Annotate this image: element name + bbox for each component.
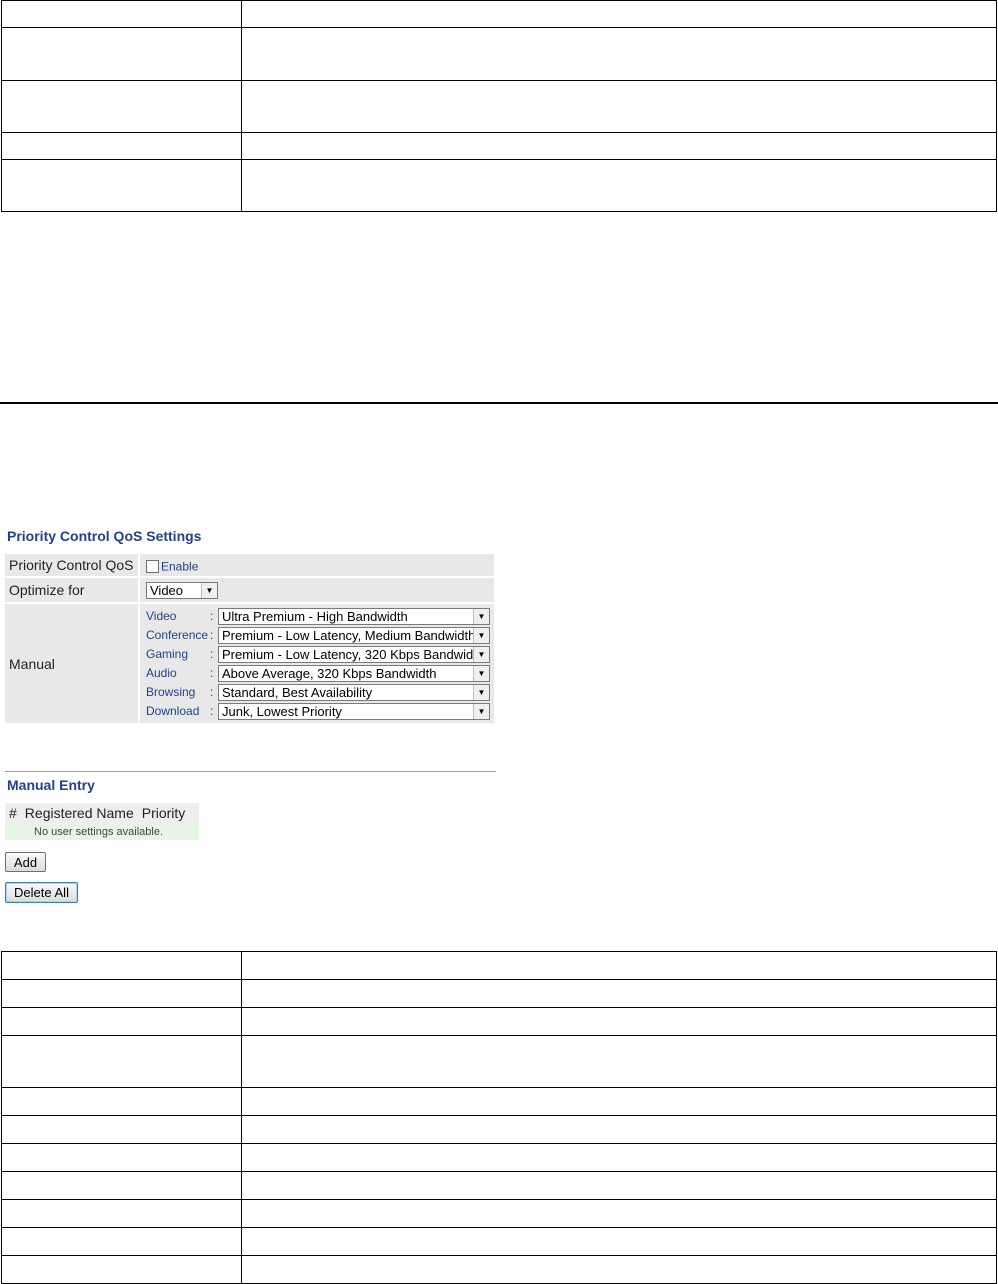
manual-row-name: Download — [146, 704, 200, 718]
optimize-for-label: Optimize for — [5, 578, 140, 604]
table-cell — [241, 80, 997, 133]
enable-checkbox[interactable] — [146, 559, 159, 573]
table-cell — [241, 1171, 997, 1200]
top-document-table — [1, 0, 997, 212]
chevron-down-icon: ▼ — [473, 608, 489, 624]
table-cell — [241, 1143, 997, 1172]
download-priority-select[interactable]: Junk, Lowest Priority ▼ — [218, 702, 490, 720]
manual-row-name: Gaming — [146, 647, 189, 661]
column-header-priority: Priority — [137, 803, 200, 823]
chevron-down-icon: ▼ — [473, 665, 489, 681]
column-header-number: # — [5, 803, 21, 823]
table-cell — [1, 80, 242, 133]
section-divider — [5, 771, 496, 772]
table-cell — [1, 1087, 242, 1116]
table-cell — [241, 1199, 997, 1228]
table-cell — [1, 0, 242, 28]
table-cell — [241, 979, 997, 1008]
qos-settings-title: Priority Control QoS Settings — [7, 528, 202, 544]
table-cell — [241, 1087, 997, 1116]
manual-row-name: Conference — [146, 628, 209, 642]
table-cell — [1, 159, 242, 212]
table-cell — [241, 1227, 997, 1256]
chevron-down-icon: ▼ — [201, 582, 217, 598]
chevron-down-icon: ▼ — [473, 627, 489, 643]
table-cell — [1, 1171, 242, 1200]
manual-row-name: Video — [146, 609, 177, 623]
table-cell — [1, 1227, 242, 1256]
table-cell — [1, 1143, 242, 1172]
table-cell — [1, 1199, 242, 1228]
column-header-registered-name: Registered Name — [20, 803, 138, 823]
video-priority-select[interactable]: Ultra Premium - High Bandwidth ▼ — [218, 607, 490, 625]
priority-control-label: Priority Control QoS — [5, 554, 140, 578]
manual-row-name: Audio — [146, 666, 177, 680]
audio-priority-select[interactable]: Above Average, 320 Kbps Bandwidth ▼ — [218, 664, 490, 682]
manual-priority-list: Video : Ultra Premium - High Bandwidth ▼… — [146, 606, 493, 722]
table-cell — [1, 1007, 242, 1036]
chevron-down-icon: ▼ — [473, 646, 489, 662]
qos-settings-table: Priority Control QoS Enable Optimize for… — [5, 554, 494, 725]
table-cell — [1, 1035, 242, 1088]
table-cell — [241, 0, 997, 28]
browsing-priority-select[interactable]: Standard, Best Availability ▼ — [218, 683, 490, 701]
table-cell — [241, 1035, 997, 1088]
delete-all-button[interactable]: Delete All — [5, 882, 78, 903]
table-cell — [241, 1115, 997, 1144]
table-cell — [1, 27, 242, 81]
chevron-down-icon: ▼ — [473, 684, 489, 700]
table-cell — [1, 1115, 242, 1144]
table-cell — [241, 951, 997, 980]
table-cell — [1, 1255, 242, 1284]
empty-state-message: No user settings available. — [5, 823, 200, 840]
manual-entry-table: # Registered Name Priority No user setti… — [5, 803, 200, 840]
chevron-down-icon: ▼ — [473, 703, 489, 719]
table-cell — [241, 27, 997, 81]
manual-row-name: Browsing — [146, 685, 196, 699]
gaming-priority-select[interactable]: Premium - Low Latency, 320 Kbps Bandwidt… — [218, 645, 490, 663]
add-button[interactable]: Add — [5, 852, 46, 872]
horizontal-rule — [0, 402, 998, 404]
table-cell — [241, 132, 997, 160]
enable-label: Enable — [161, 559, 199, 574]
manual-entry-title: Manual Entry — [7, 777, 95, 793]
table-cell — [241, 1007, 997, 1036]
table-cell — [1, 132, 242, 160]
table-cell — [1, 979, 242, 1008]
table-cell — [1, 951, 242, 980]
optimize-for-value: Video — [150, 582, 184, 598]
optimize-for-select[interactable]: Video ▼ — [146, 581, 218, 599]
bottom-document-table — [1, 951, 997, 1284]
table-cell — [241, 1255, 997, 1284]
table-cell — [241, 159, 997, 212]
conference-priority-select[interactable]: Premium - Low Latency, Medium Bandwidth … — [218, 626, 490, 644]
manual-label: Manual — [5, 604, 140, 725]
